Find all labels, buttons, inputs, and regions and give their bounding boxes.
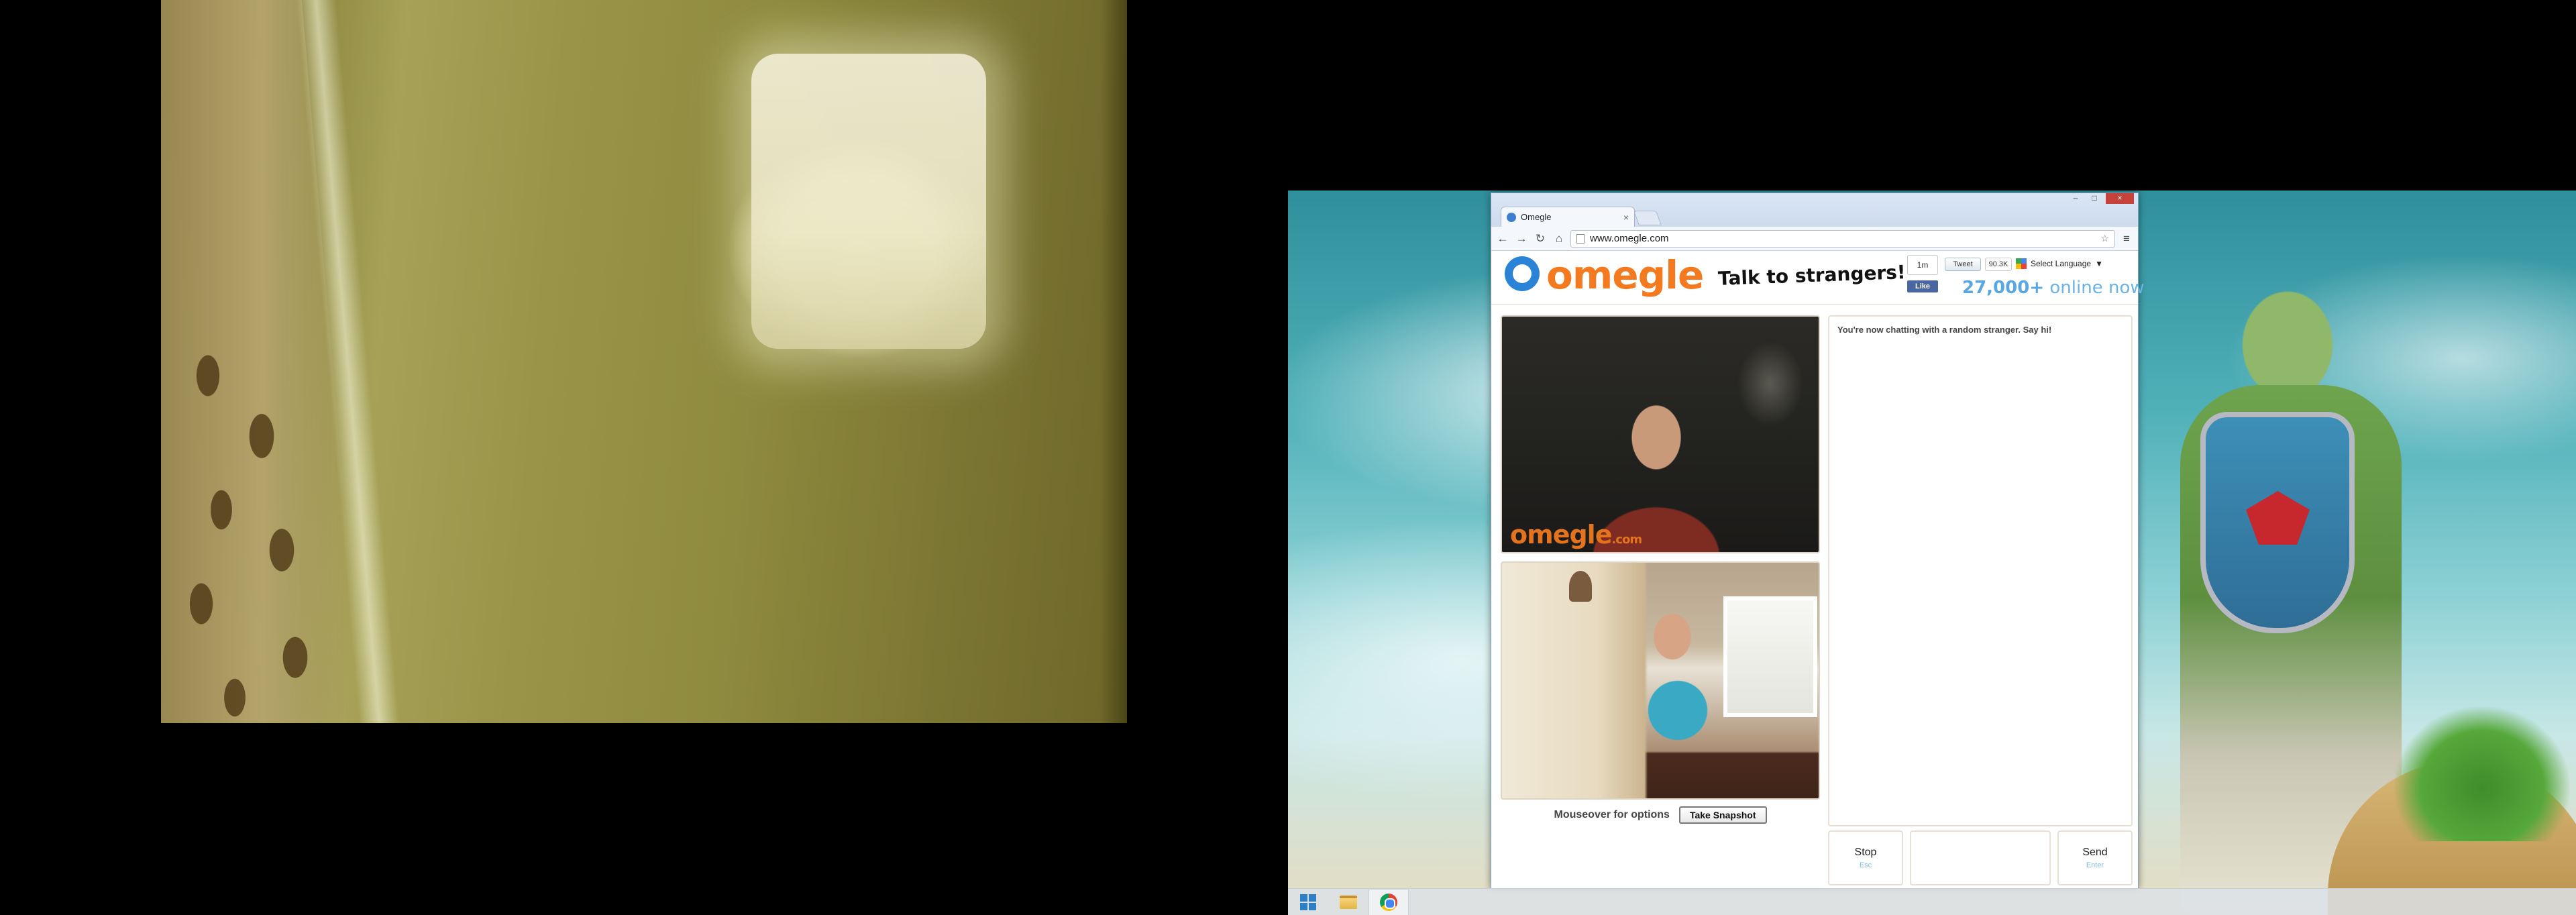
home-button[interactable]: ⌂ bbox=[1552, 231, 1566, 246]
chat-controls: Stop Esc Send Enter bbox=[1828, 830, 2133, 885]
chrome-icon bbox=[1380, 893, 1397, 911]
mouseover-hint: Mouseover for options bbox=[1554, 809, 1670, 820]
chevron-down-icon: ▼ bbox=[2095, 259, 2103, 268]
close-window-button[interactable]: × bbox=[2106, 193, 2134, 204]
omegle-logo-text: omegle bbox=[1546, 252, 1704, 298]
omegle-logo[interactable]: omegle bbox=[1505, 252, 1704, 298]
shield-crest bbox=[2246, 491, 2310, 545]
new-tab-button[interactable] bbox=[1633, 211, 1662, 225]
tagline: Talk to strangers! bbox=[1717, 261, 1907, 290]
chrome-menu-button[interactable]: ≡ bbox=[2119, 231, 2134, 246]
address-bar[interactable]: www.omegle.com ☆ bbox=[1570, 229, 2115, 248]
online-count-number: 27,000+ bbox=[1962, 278, 2045, 298]
self-video[interactable] bbox=[1501, 561, 1820, 800]
stop-button-shortcut: Esc bbox=[1859, 861, 1872, 869]
close-tab-icon[interactable]: × bbox=[1623, 212, 1629, 223]
social-widgets: 1m Like Tweet 90.3K Select Language ▼ 27… bbox=[1907, 255, 2145, 302]
stop-button[interactable]: Stop Esc bbox=[1828, 830, 1903, 885]
desktop: Omegle × – □ × ← → ↻ ⌂ www.omegle.com ☆ … bbox=[1288, 191, 2576, 915]
language-select[interactable]: Select Language ▼ bbox=[2016, 256, 2123, 271]
stop-button-label: Stop bbox=[1854, 847, 1877, 858]
browser-toolbar: ← → ↻ ⌂ www.omegle.com ☆ ≡ bbox=[1491, 227, 2138, 251]
wallpaper-palm bbox=[2395, 707, 2569, 841]
online-count-suffix: online now bbox=[2049, 278, 2145, 298]
taskbar bbox=[1288, 888, 2576, 915]
start-button[interactable] bbox=[1288, 889, 1328, 915]
bookmark-star-icon[interactable]: ☆ bbox=[2100, 233, 2109, 244]
tweet-button[interactable]: Tweet bbox=[1945, 258, 1981, 271]
tab-title: Omegle bbox=[1521, 212, 1552, 222]
maximize-button[interactable]: □ bbox=[2087, 193, 2102, 204]
omegle-header: omegle Talk to strangers! 1m Like Tweet … bbox=[1491, 251, 2145, 305]
wallpaper-shield bbox=[2200, 412, 2355, 633]
chat-status-message: You're now chatting with a random strang… bbox=[1837, 325, 2052, 335]
send-button-label: Send bbox=[2082, 847, 2108, 858]
send-button-shortcut: Enter bbox=[2086, 861, 2104, 869]
plus-one-count[interactable]: 1m bbox=[1907, 255, 1938, 275]
chat-log: You're now chatting with a random strang… bbox=[1828, 315, 2133, 826]
online-count: 27,000+ online now bbox=[1962, 278, 2145, 298]
send-button[interactable]: Send Enter bbox=[2057, 830, 2133, 885]
tab-omegle[interactable]: Omegle × bbox=[1501, 207, 1635, 227]
browser-titlebar: Omegle × – □ × bbox=[1491, 193, 2138, 227]
take-snapshot-button[interactable]: Take Snapshot bbox=[1678, 806, 1767, 824]
tweet-count: 90.3K bbox=[1985, 258, 2012, 271]
taskbar-explorer[interactable] bbox=[1328, 889, 1368, 915]
omegle-logo-icon bbox=[1505, 255, 1542, 295]
video-options: Mouseover for options Take Snapshot bbox=[1501, 805, 1820, 825]
reload-button[interactable]: ↻ bbox=[1533, 231, 1548, 246]
forward-button[interactable]: → bbox=[1514, 231, 1529, 246]
chat-message-input[interactable] bbox=[1910, 830, 2051, 885]
omegle-watermark: omegle.com bbox=[1510, 520, 1642, 549]
file-explorer-icon bbox=[1340, 895, 1357, 909]
left-video-frame bbox=[161, 0, 1127, 723]
toilet-paper-roll bbox=[751, 54, 986, 349]
browser-window: Omegle × – □ × ← → ↻ ⌂ www.omegle.com ☆ … bbox=[1491, 193, 2145, 889]
language-select-label: Select Language bbox=[2031, 259, 2092, 268]
windows-logo-icon bbox=[1300, 894, 1316, 910]
background-lamp bbox=[1569, 571, 1592, 602]
omegle-page: omegle Talk to strangers! 1m Like Tweet … bbox=[1491, 251, 2145, 888]
omegle-favicon-icon bbox=[1507, 212, 1516, 222]
url-text: www.omegle.com bbox=[1590, 233, 1669, 244]
video-column: omegle.com Mouseover for options Take Sn… bbox=[1501, 315, 1820, 825]
door-frame-edge bbox=[1100, 0, 1127, 723]
background-window bbox=[1723, 596, 1817, 717]
taskbar-chrome[interactable] bbox=[1368, 888, 1409, 915]
stranger-video: omegle.com bbox=[1501, 315, 1820, 553]
page-icon bbox=[1576, 233, 1585, 244]
window-controls: – □ × bbox=[2068, 193, 2134, 204]
facebook-like-button[interactable]: Like bbox=[1907, 280, 1938, 292]
back-button[interactable]: ← bbox=[1495, 231, 1510, 246]
google-translate-icon bbox=[2016, 258, 2027, 269]
minimize-button[interactable]: – bbox=[2068, 193, 2083, 204]
